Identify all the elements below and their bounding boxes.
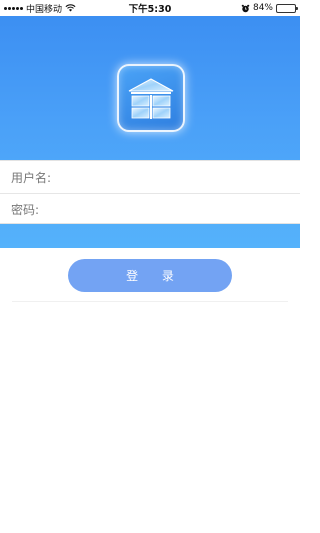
username-input[interactable] [51,163,300,191]
warehouse-icon [128,78,174,119]
signal-icon [4,6,23,10]
battery-icon [276,3,298,13]
username-row: 用户名: [0,161,300,193]
carrier-name: 中国移动 [26,4,63,15]
password-row: 密码: [0,193,300,225]
password-input[interactable] [39,195,300,224]
status-left: 中国移动 [4,2,76,15]
login-screen: 中国移动 下午5:30 84% 用户名: 密码: 登 录 [0,0,300,533]
wifi-icon [65,4,76,12]
app-logo [117,64,185,132]
divider [12,301,288,302]
login-button[interactable]: 登 录 [68,259,232,292]
status-bar: 中国移动 下午5:30 84% [0,0,300,16]
username-label: 用户名: [11,170,52,185]
battery-percent: 84% [252,3,273,13]
alarm-icon [241,4,250,12]
status-right: 84% [241,3,298,13]
password-label: 密码: [11,203,40,217]
login-form: 用户名: 密码: [0,160,300,224]
